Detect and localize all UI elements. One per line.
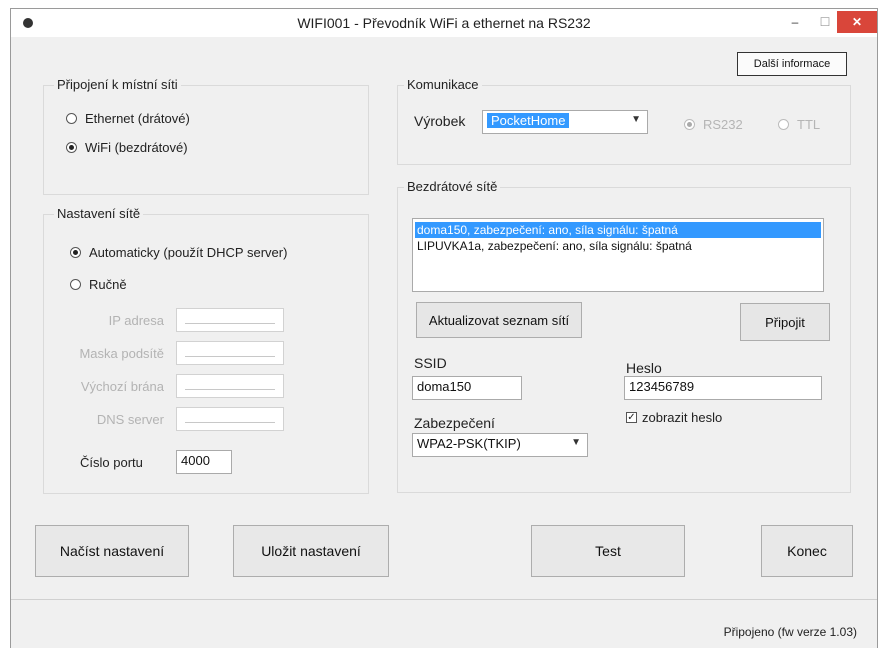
network-list-item[interactable]: LIPUVKA1a, zabezpečení: ano, síla signál… <box>415 238 821 254</box>
save-settings-button[interactable]: Uložit nastavení <box>233 525 389 577</box>
radio-ethernet-circle <box>66 113 77 124</box>
ip-address-field <box>176 308 284 332</box>
security-select[interactable]: WPA2-PSK(TKIP) ▼ <box>412 433 588 457</box>
wireless-group: Bezdrátové sítě doma150, zabezpečení: an… <box>397 179 851 493</box>
close-button[interactable]: Konec <box>761 525 853 577</box>
radio-rs232: RS232 <box>684 117 743 132</box>
dns-server-separator <box>185 422 275 423</box>
product-label: Výrobek <box>414 113 466 129</box>
subnet-mask-separator <box>185 356 275 357</box>
radio-ttl-label: TTL <box>797 117 821 132</box>
connect-button[interactable]: Připojit <box>740 303 830 341</box>
ssid-label: SSID <box>414 355 447 371</box>
load-settings-button[interactable]: Načíst nastavení <box>35 525 189 577</box>
show-password-checkbox[interactable]: ✓ zobrazit heslo <box>626 410 722 425</box>
more-info-button[interactable]: Další informace <box>737 52 847 76</box>
checkmark-icon: ✓ <box>626 412 637 423</box>
network-settings-group: Nastavení sítě Automaticky (použít DHCP … <box>43 206 369 494</box>
radio-ttl-circle <box>778 119 789 130</box>
close-window-button[interactable]: ✕ <box>837 11 877 33</box>
radio-wifi-label: WiFi (bezdrátové) <box>85 140 188 155</box>
window-title: WIFI001 - Převodník WiFi a ethernet na R… <box>297 15 591 31</box>
radio-manual-circle <box>70 279 81 290</box>
test-button[interactable]: Test <box>531 525 685 577</box>
gateway-label: Výchozí brána <box>80 379 164 394</box>
subnet-mask-field <box>176 341 284 365</box>
gateway-field <box>176 374 284 398</box>
status-text: Připojeno (fw verze 1.03) <box>723 625 857 639</box>
network-settings-title: Nastavení sítě <box>54 206 144 221</box>
communication-title: Komunikace <box>404 77 482 92</box>
radio-rs232-circle <box>684 119 695 130</box>
radio-ethernet-label: Ethernet (drátové) <box>85 111 190 126</box>
radio-ttl: TTL <box>778 117 820 132</box>
security-label: Zabezpečení <box>414 415 495 431</box>
connection-group-title: Připojení k místní síti <box>54 77 181 92</box>
ip-address-label: IP adresa <box>108 313 164 328</box>
security-value: WPA2-PSK(TKIP) <box>417 436 521 451</box>
radio-ethernet[interactable]: Ethernet (drátové) <box>66 111 190 126</box>
product-select[interactable]: PocketHome ▼ <box>482 110 648 134</box>
product-value: PocketHome <box>487 113 570 128</box>
dns-server-field <box>176 407 284 431</box>
ssid-field[interactable]: doma150 <box>412 376 522 400</box>
maximize-button[interactable]: ☐ <box>811 11 839 33</box>
connection-group: Připojení k místní síti Ethernet (drátov… <box>43 77 369 195</box>
radio-manual-label: Ručně <box>89 277 127 292</box>
password-field[interactable]: 123456789 <box>624 376 822 400</box>
title-bar: WIFI001 - Převodník WiFi a ethernet na R… <box>11 9 877 37</box>
chevron-down-icon: ▼ <box>631 114 641 125</box>
radio-rs232-label: RS232 <box>703 117 743 132</box>
network-list[interactable]: doma150, zabezpečení: ano, síla signálu:… <box>412 218 824 292</box>
wireless-title: Bezdrátové sítě <box>404 179 501 194</box>
radio-manual[interactable]: Ručně <box>70 277 127 292</box>
network-list-item[interactable]: doma150, zabezpečení: ano, síla signálu:… <box>415 222 821 238</box>
minimize-button[interactable]: – <box>781 11 809 33</box>
port-field[interactable]: 4000 <box>176 450 232 474</box>
password-label: Heslo <box>626 360 662 376</box>
status-bar: Připojeno (fw verze 1.03) <box>11 599 877 648</box>
app-window: WIFI001 - Převodník WiFi a ethernet na R… <box>10 8 878 648</box>
refresh-networks-button[interactable]: Aktualizovat seznam sítí <box>416 302 582 338</box>
communication-group: Komunikace Výrobek PocketHome ▼ RS232 TT… <box>397 77 851 165</box>
radio-automatic[interactable]: Automaticky (použít DHCP server) <box>70 245 287 260</box>
chevron-down-icon: ▼ <box>571 437 581 448</box>
show-password-label: zobrazit heslo <box>642 410 723 425</box>
radio-automatic-circle <box>70 247 81 258</box>
gateway-separator <box>185 389 275 390</box>
port-label: Číslo portu <box>80 455 143 470</box>
radio-automatic-label: Automaticky (použít DHCP server) <box>89 245 288 260</box>
dns-server-label: DNS server <box>96 412 164 427</box>
subnet-mask-label: Maska podsítě <box>79 346 164 361</box>
radio-wifi[interactable]: WiFi (bezdrátové) <box>66 140 188 155</box>
ip-address-separator <box>185 323 275 324</box>
radio-wifi-circle <box>66 142 77 153</box>
